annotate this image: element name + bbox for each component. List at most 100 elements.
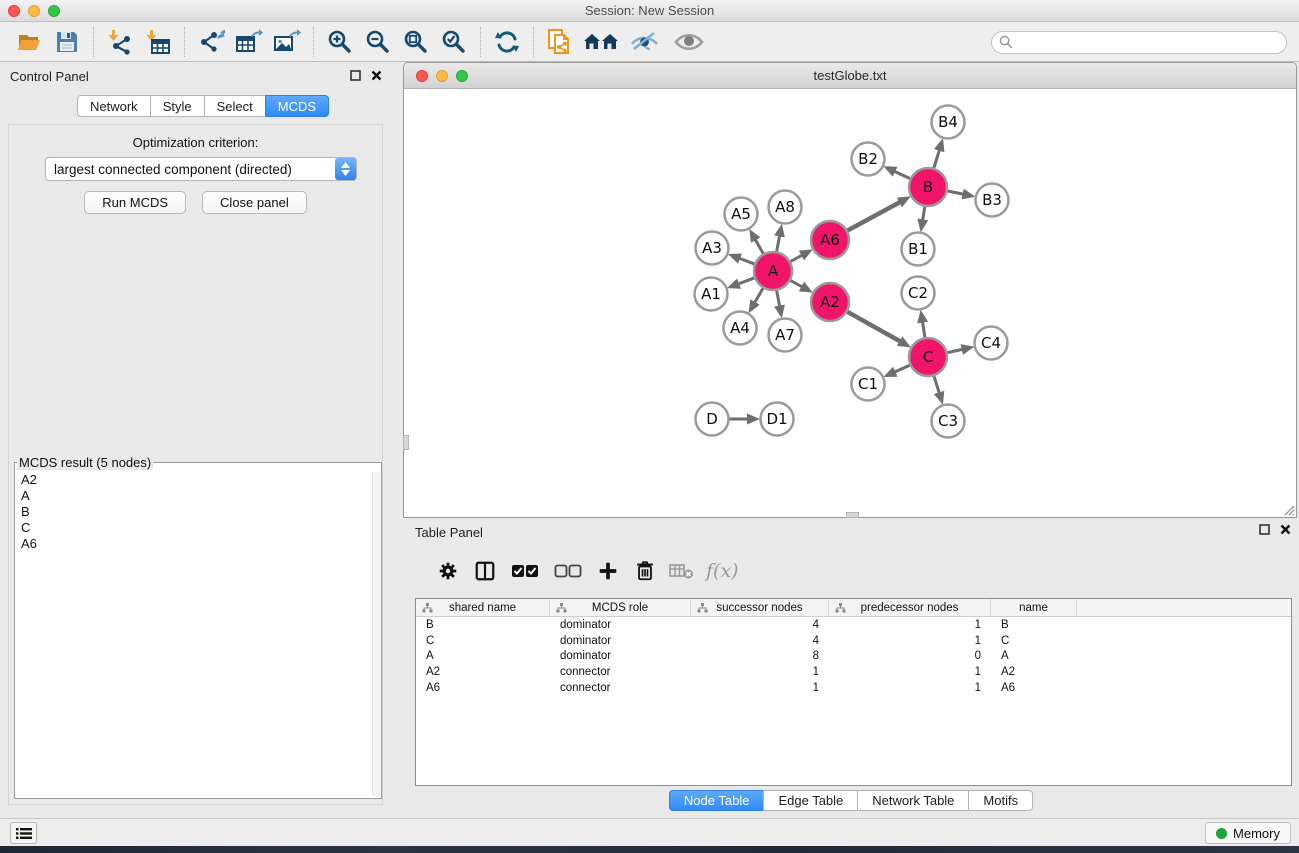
hide-selected-button[interactable] — [625, 25, 665, 59]
graph-edge-B-B1[interactable] — [923, 207, 925, 220]
table-cell[interactable]: B — [416, 619, 550, 631]
deselect-all-button[interactable] — [550, 556, 586, 586]
table-cell[interactable]: A6 — [991, 682, 1077, 694]
mcds-result-item[interactable]: B — [16, 504, 371, 520]
graph-edge-A-A8[interactable] — [777, 236, 780, 251]
select-all-button[interactable] — [507, 556, 543, 586]
table-cell[interactable]: A2 — [416, 666, 550, 678]
resize-grip-icon[interactable] — [1281, 502, 1295, 516]
graph-edge-B-B3[interactable] — [948, 191, 963, 194]
search-input[interactable] — [1017, 33, 1286, 51]
tab-edge-table[interactable]: Edge Table — [763, 790, 858, 811]
mcds-result-item[interactable]: A — [16, 488, 371, 504]
graph-edge-A-A5[interactable] — [755, 240, 763, 254]
graph-edge-C-C4[interactable] — [948, 349, 963, 352]
close-panel-icon[interactable] — [1280, 524, 1291, 535]
table-cell[interactable]: 4 — [691, 635, 829, 647]
table-cell[interactable]: 1 — [829, 666, 991, 678]
table-cell[interactable]: C — [416, 635, 550, 647]
export-image-button[interactable] — [270, 25, 304, 59]
table-cell[interactable]: B — [991, 619, 1077, 631]
float-panel-icon[interactable] — [350, 70, 361, 81]
table-row[interactable]: Bdominator41B — [416, 617, 1291, 633]
table-cell[interactable]: 1 — [829, 682, 991, 694]
show-columns-button[interactable] — [470, 556, 500, 586]
table-row[interactable]: Cdominator41C — [416, 633, 1291, 649]
save-session-button[interactable] — [50, 25, 84, 59]
table-cell[interactable]: 0 — [829, 650, 991, 662]
mcds-result-item[interactable]: C — [16, 520, 371, 536]
table-cell[interactable]: 4 — [691, 619, 829, 631]
table-cell[interactable]: A — [991, 650, 1077, 662]
run-mcds-button[interactable]: Run MCDS — [84, 191, 186, 214]
graph-edge-A-A1[interactable] — [739, 278, 755, 284]
table-row[interactable]: A6connector11A6 — [416, 680, 1291, 696]
graph-edge-C-C2[interactable] — [923, 322, 925, 337]
graph-edge-A2-C[interactable] — [847, 312, 900, 342]
zoom-in-button[interactable] — [323, 25, 357, 59]
graph-edge-C-C3[interactable] — [934, 376, 939, 393]
table-cell[interactable]: 8 — [691, 650, 829, 662]
network-vertical-scrollbar[interactable] — [403, 435, 409, 450]
graph-edge-A-A3[interactable] — [740, 258, 755, 264]
table-cell[interactable]: C — [991, 635, 1077, 647]
table-cell[interactable]: A — [416, 650, 550, 662]
task-history-button[interactable] — [10, 822, 37, 844]
mcds-result-scrollbar[interactable] — [372, 472, 380, 796]
table-cell[interactable]: connector — [550, 682, 691, 694]
zoom-out-button[interactable] — [361, 25, 395, 59]
table-cell[interactable]: 1 — [829, 619, 991, 631]
table-cell[interactable]: dominator — [550, 619, 691, 631]
criterion-dropdown[interactable]: largest connected component (directed) — [45, 157, 357, 181]
column-header-shared-name[interactable]: shared name — [416, 599, 550, 616]
destroy-table-button[interactable] — [667, 556, 697, 586]
table-row[interactable]: A2connector11A2 — [416, 664, 1291, 680]
table-cell[interactable]: 1 — [691, 682, 829, 694]
tab-mcds[interactable]: MCDS — [265, 95, 329, 117]
import-table-button[interactable] — [141, 25, 175, 59]
table-cell[interactable]: dominator — [550, 635, 691, 647]
add-column-button[interactable] — [593, 556, 623, 586]
graph-edge-A-A4[interactable] — [755, 288, 763, 302]
graph-edge-A-A2[interactable] — [791, 281, 802, 287]
network-graph-canvas[interactable]: B4B2BB3A8A5A6A3B1AC2A1A2A4A7C4CC1DD1C3 — [404, 90, 1296, 518]
tab-node-table[interactable]: Node Table — [669, 790, 765, 811]
column-header-predecessor-nodes[interactable]: predecessor nodes — [829, 599, 991, 616]
table-settings-button[interactable] — [433, 556, 463, 586]
close-panel-button[interactable]: Close panel — [202, 191, 307, 214]
graph-edge-A-A7[interactable] — [777, 291, 780, 306]
tab-motifs[interactable]: Motifs — [968, 790, 1033, 811]
houses-button[interactable] — [581, 25, 621, 59]
graph-edge-A6-B[interactable] — [848, 202, 900, 230]
graph-edge-C-C1[interactable] — [895, 365, 910, 372]
table-row[interactable]: Adominator80A — [416, 648, 1291, 664]
tab-select[interactable]: Select — [204, 95, 266, 117]
table-cell[interactable]: A2 — [991, 666, 1077, 678]
show-all-button[interactable] — [669, 25, 709, 59]
mcds-result-item[interactable]: A2 — [16, 472, 371, 488]
function-builder-button[interactable]: f(x) — [706, 560, 739, 582]
graph-edge-B-B4[interactable] — [934, 150, 939, 168]
tab-style[interactable]: Style — [150, 95, 205, 117]
zoom-fit-button[interactable] — [399, 25, 433, 59]
column-header-MCDS-role[interactable]: MCDS role — [550, 599, 691, 616]
tab-network[interactable]: Network — [77, 95, 151, 117]
table-cell[interactable]: 1 — [691, 666, 829, 678]
export-table-button[interactable] — [232, 25, 266, 59]
graph-edge-B-B2[interactable] — [895, 171, 910, 178]
column-header-name[interactable]: name — [991, 599, 1077, 616]
open-file-button[interactable] — [12, 25, 46, 59]
export-network-button[interactable] — [194, 25, 228, 59]
table-cell[interactable]: dominator — [550, 650, 691, 662]
refresh-button[interactable] — [490, 25, 524, 59]
column-header-successor-nodes[interactable]: successor nodes — [691, 599, 829, 616]
zoom-selected-button[interactable] — [437, 25, 471, 59]
table-cell[interactable]: connector — [550, 666, 691, 678]
tab-network-table[interactable]: Network Table — [857, 790, 969, 811]
graph-edge-A-A6[interactable] — [791, 255, 802, 261]
close-panel-icon[interactable] — [371, 70, 382, 81]
table-cell[interactable]: 1 — [829, 635, 991, 647]
memory-button[interactable]: Memory — [1205, 822, 1291, 844]
delete-column-button[interactable] — [630, 556, 660, 586]
table-cell[interactable]: A6 — [416, 682, 550, 694]
